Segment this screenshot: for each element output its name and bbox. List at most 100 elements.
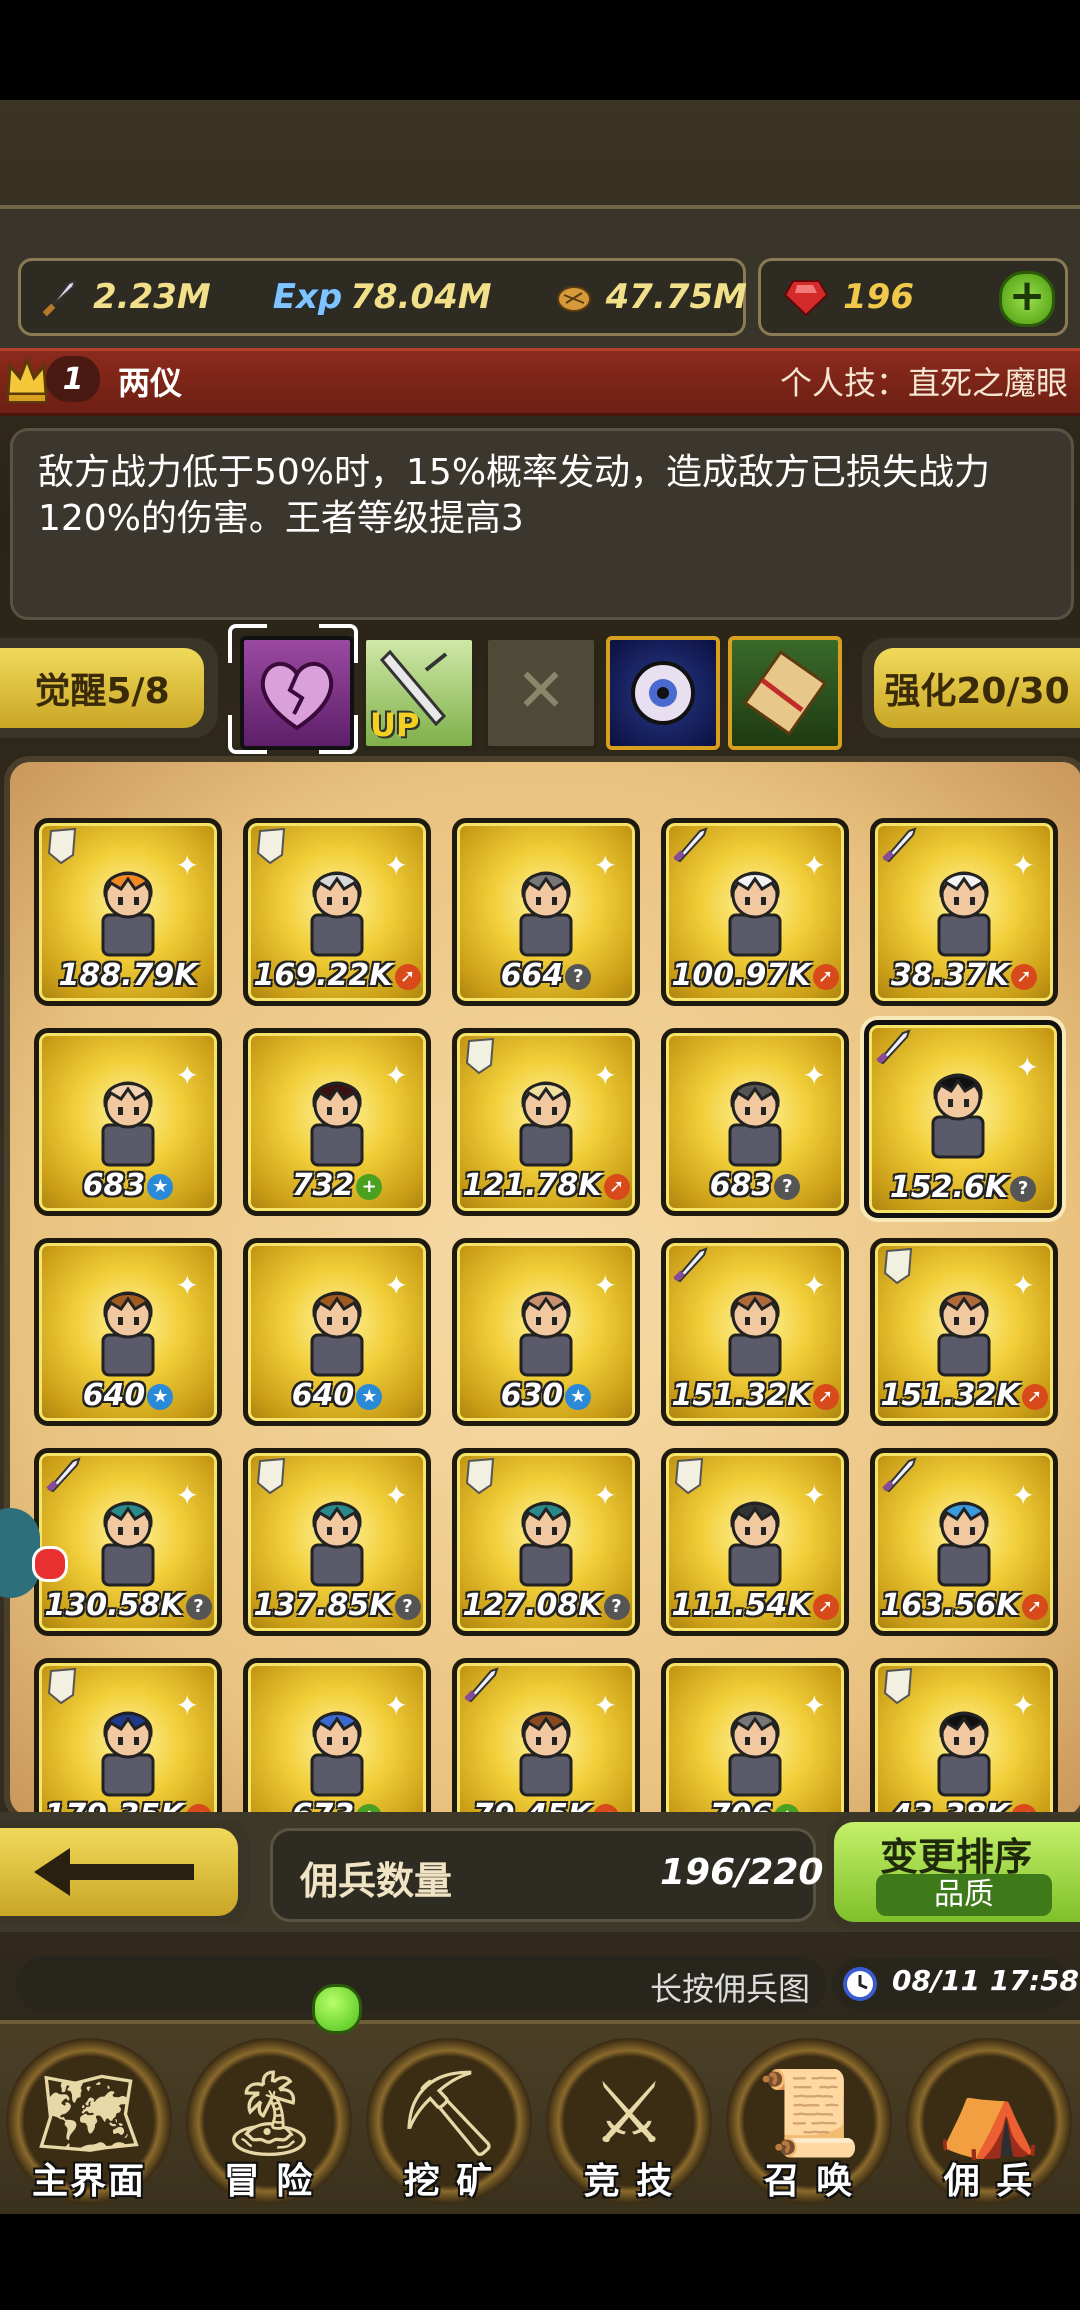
- nav-item-1[interactable]: 🗺 主界面: [0, 2008, 178, 2208]
- skill-description: 敌方战力低于50%时，15%概率发动，造成敌方已损失战力120%的伤害。王者等级…: [38, 452, 991, 539]
- mercenary-portrait-icon: [310, 871, 364, 957]
- skill-slot-5[interactable]: [728, 636, 842, 750]
- add-gems-button[interactable]: +: [999, 270, 1055, 327]
- nav-item-4[interactable]: ⚔ 竞 技: [540, 2008, 718, 2208]
- skill-slot-4[interactable]: [606, 636, 720, 750]
- hint-text: 长按佣兵图: [649, 1970, 810, 2008]
- sparkle-icon: ✦: [1015, 1051, 1039, 1084]
- mercenary-card[interactable]: 38.37K ➚ ✦: [870, 818, 1058, 1006]
- hero-rank: 1: [46, 356, 100, 402]
- gem-value: 196: [843, 277, 914, 317]
- mercenary-status-badge-icon: ➚: [394, 963, 421, 990]
- mercenary-power-value: 130.58K: [44, 1588, 184, 1623]
- mercenary-status-badge-icon: ?: [394, 1593, 421, 1620]
- nav-item-2[interactable]: 🏝 冒 险: [180, 2008, 358, 2208]
- mercenary-card[interactable]: 152.6K? ✦: [864, 1020, 1062, 1218]
- mercenary-status-badge-icon: ➚: [1021, 1383, 1048, 1410]
- sword-class-icon: [673, 1247, 708, 1283]
- skill-slot-2[interactable]: UP: [362, 636, 476, 750]
- mercenary-card[interactable]: 127.08K? ✦: [452, 1448, 640, 1636]
- mercenary-status-badge-icon: ➚: [1021, 1593, 1048, 1620]
- mercenary-portrait-icon: [728, 1711, 782, 1797]
- mercenary-portrait-icon: [519, 1711, 573, 1797]
- tent-icon: ⛺: [936, 2064, 1042, 2162]
- mercenary-card[interactable]: 79.45K➚✦: [452, 1658, 640, 1816]
- mercenary-power: 732 +: [248, 1168, 426, 1203]
- mercenary-power: 151.32K ➚: [666, 1378, 844, 1413]
- sparkle-icon: ✦: [593, 1059, 617, 1092]
- mercenary-power: 152.6K?: [869, 1170, 1057, 1205]
- enhance-button[interactable]: 强化20/30: [862, 638, 1080, 738]
- time-text: 08/11 17:58: [892, 1964, 1080, 1997]
- mercenary-card[interactable]: 111.54K ➚ ✦: [661, 1448, 849, 1636]
- mercenary-card[interactable]: 130.58K? ✦: [34, 1448, 222, 1636]
- mercenary-card[interactable]: 673+✦: [243, 1658, 431, 1816]
- summon-scroll-icon: 📜: [756, 2064, 862, 2162]
- mercenary-portrait-icon: [728, 1081, 782, 1167]
- sort-label: 变更排序: [880, 1835, 1033, 1879]
- mercenary-status-badge-icon: ?: [1010, 1175, 1037, 1202]
- mercenary-card[interactable]: 630 ★ ✦: [452, 1238, 640, 1426]
- sword-class-icon: [46, 1457, 81, 1493]
- sparkle-icon: ✦: [802, 849, 826, 882]
- mercenary-power-value: 100.97K: [671, 958, 811, 993]
- back-arrow-icon: [34, 1848, 194, 1896]
- mercenary-power: 163.56K ➚: [875, 1588, 1053, 1623]
- mercenary-card[interactable]: 43.38K➚✦: [870, 1658, 1058, 1816]
- mercenary-portrait-icon: [101, 1081, 155, 1167]
- sparkle-icon: ✦: [175, 1269, 199, 1302]
- mercenary-power-value: 640: [82, 1378, 146, 1413]
- eye-icon: [631, 661, 695, 725]
- mercenary-status-badge-icon: ★: [356, 1383, 383, 1410]
- mercenary-card[interactable]: 640 ★ ✦: [34, 1238, 222, 1426]
- mercenary-card[interactable]: 706+✦: [661, 1658, 849, 1816]
- mercenary-card[interactable]: 640 ★ ✦: [243, 1238, 431, 1426]
- food-resource: 47.75M: [552, 275, 747, 319]
- adventure-notification-dot: [312, 1984, 362, 2034]
- mercenary-card[interactable]: 137.85K? ✦: [243, 1448, 431, 1636]
- shield-class-icon: [47, 1667, 77, 1705]
- mercenary-card[interactable]: 151.32K ➚ ✦: [661, 1238, 849, 1426]
- mercenary-card[interactable]: 179.35K➚✦: [34, 1658, 222, 1816]
- mercenary-card[interactable]: 664? ✦: [452, 818, 640, 1006]
- mercenary-grid: 188.79K ✦ 169.22K ➚ ✦ 664? ✦ 100.97K ➚ ✦ 38.37K ➚ ✦ 6…: [4, 756, 1080, 1822]
- mercenary-portrait-icon: [310, 1081, 364, 1167]
- sword-class-icon: [673, 827, 708, 863]
- mercenary-power: 630 ★: [457, 1378, 635, 1413]
- mercenary-card[interactable]: 163.56K ➚ ✦: [870, 1448, 1058, 1636]
- resource-pill: 2.23M Exp 78.04M 47.75M: [18, 258, 747, 336]
- sword-class-icon: [882, 827, 917, 863]
- awaken-button[interactable]: 觉醒5/8: [0, 638, 218, 738]
- mercenary-power: 683?: [666, 1168, 844, 1203]
- shield-class-icon: [883, 1247, 913, 1285]
- mercenary-card[interactable]: 732 + ✦: [243, 1028, 431, 1216]
- sparkle-icon: ✦: [384, 1479, 408, 1512]
- mercenary-card[interactable]: 169.22K ➚ ✦: [243, 818, 431, 1006]
- shield-class-icon: [465, 1037, 495, 1075]
- gem-pill: 196 +: [758, 258, 1068, 336]
- notification-dot: [32, 1546, 68, 1582]
- mercenary-portrait-icon: [519, 871, 573, 957]
- mercenary-card[interactable]: 683 ★ ✦: [34, 1028, 222, 1216]
- nav-item-6[interactable]: ⛺ 佣 兵: [900, 2008, 1078, 2208]
- nav-item-5[interactable]: 📜 召 唤: [720, 2008, 898, 2208]
- pickaxe-icon: ⛏: [395, 2064, 503, 2162]
- skill-slot-3[interactable]: ✕: [484, 636, 598, 750]
- sword-icon: [42, 279, 77, 317]
- sparkle-icon: ✦: [384, 1689, 408, 1722]
- mercenary-power: 664?: [457, 958, 635, 993]
- nav-label: 主界面: [31, 2161, 146, 2202]
- mercenary-card[interactable]: 188.79K ✦: [34, 818, 222, 1006]
- shield-class-icon: [883, 1667, 913, 1705]
- sparkle-icon: ✦: [384, 849, 408, 882]
- mercenary-portrait-icon: [937, 1501, 991, 1587]
- back-button[interactable]: [0, 1818, 250, 1926]
- mercenary-portrait-icon: [519, 1291, 573, 1377]
- mercenary-card[interactable]: 151.32K ➚ ✦: [870, 1238, 1058, 1426]
- exp-value: 78.04M: [350, 277, 492, 317]
- mercenary-card[interactable]: 683? ✦: [661, 1028, 849, 1216]
- mercenary-card[interactable]: 100.97K ➚ ✦: [661, 818, 849, 1006]
- nav-item-3[interactable]: ⛏ 挖 矿: [360, 2008, 538, 2208]
- nav-label: 冒 险: [223, 2161, 315, 2202]
- mercenary-card[interactable]: 121.78K ➚ ✦: [452, 1028, 640, 1216]
